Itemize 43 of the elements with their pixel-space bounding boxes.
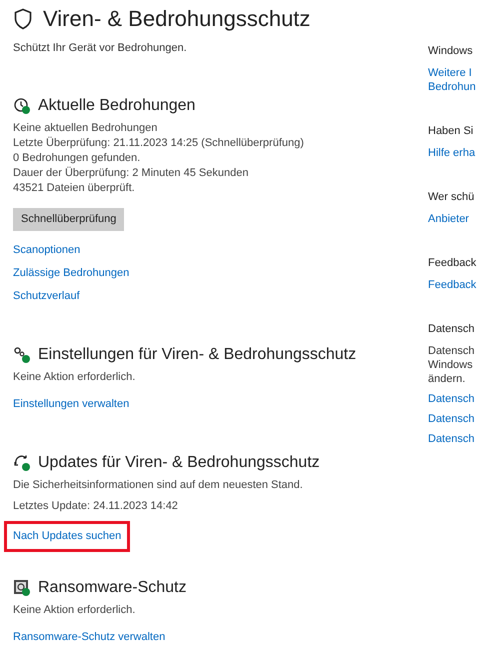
sidebar-heading: Datensch: [428, 322, 476, 336]
sidebar-text: Datensch: [428, 344, 476, 358]
status-text: Letztes Update: 24.11.2023 14:42: [13, 498, 179, 514]
sidebar-link[interactable]: Datensch: [428, 432, 476, 446]
sidebar-link[interactable]: Bedrohun: [428, 80, 476, 94]
section-heading: Ransomware-Schutz: [38, 578, 186, 598]
status-text: Keine Aktion erforderlich.: [13, 602, 136, 618]
status-text: Letzte Überprüfung: 21.11.2023 14:25 (Schnellüberprüfung): [13, 136, 305, 150]
page-subtitle: Schützt Ihr Gerät vor Bedrohungen.: [13, 41, 188, 56]
link[interactable]: Zulässige Bedrohungen: [13, 266, 130, 280]
quick-scan-button[interactable]: Schnellüberprüfung: [13, 208, 124, 230]
shield-icon: [13, 8, 33, 30]
link[interactable]: Einstellungen verwalten: [13, 396, 130, 412]
status-text: Keine Aktion erforderlich.: [13, 370, 136, 384]
refresh-check-icon: [13, 454, 30, 471]
sidebar-link[interactable]: Weitere I: [428, 66, 476, 80]
section-heading: Aktuelle Bedrohungen: [38, 96, 196, 116]
status-text: Die Sicherheitsinformationen sind auf dem neuesten Stand.: [13, 478, 304, 492]
page-title: Viren- & Bedrohungsschutz: [43, 5, 310, 33]
sidebar-heading: Haben Si: [428, 124, 474, 138]
section-heading: Updates für Viren- & Bedrohungsschutz: [38, 452, 320, 472]
status-text: Keine aktuellen Bedrohungen: [13, 120, 158, 136]
sidebar-link[interactable]: Anbieter: [428, 212, 476, 226]
link[interactable]: Schutzverlauf: [13, 288, 80, 304]
sidebar-text: ändern.: [428, 372, 466, 386]
status-text: 0 Bedrohungen gefunden.: [13, 150, 142, 166]
sidebar-text: Windows: [428, 358, 474, 372]
sidebar-link[interactable]: Datensch: [428, 412, 476, 426]
ransomware-icon: [13, 579, 30, 596]
link[interactable]: Nach Updates suchen: [7, 524, 128, 548]
sidebar-heading: Feedback: [428, 256, 476, 270]
sidebar-link[interactable]: Datensch: [428, 392, 476, 406]
status-text: 43521 Dateien überprüft.: [13, 180, 136, 196]
sidebar-link[interactable]: Hilfe erha: [428, 146, 476, 160]
gears-check-icon: [13, 346, 30, 363]
sidebar-heading: Wer schü: [428, 190, 476, 204]
sidebar-heading: Windows: [428, 44, 474, 58]
sidebar-link[interactable]: Feedback: [428, 278, 476, 292]
link[interactable]: Scanoptionen: [13, 242, 80, 258]
clock-check-icon: [13, 97, 30, 114]
link[interactable]: Ransomware-Schutz verwalten: [13, 630, 166, 644]
status-text: Dauer der Überprüfung: 2 Minuten 45 Sekunden: [13, 166, 250, 180]
section-heading: Einstellungen für Viren- & Bedrohungsschutz: [38, 344, 356, 364]
